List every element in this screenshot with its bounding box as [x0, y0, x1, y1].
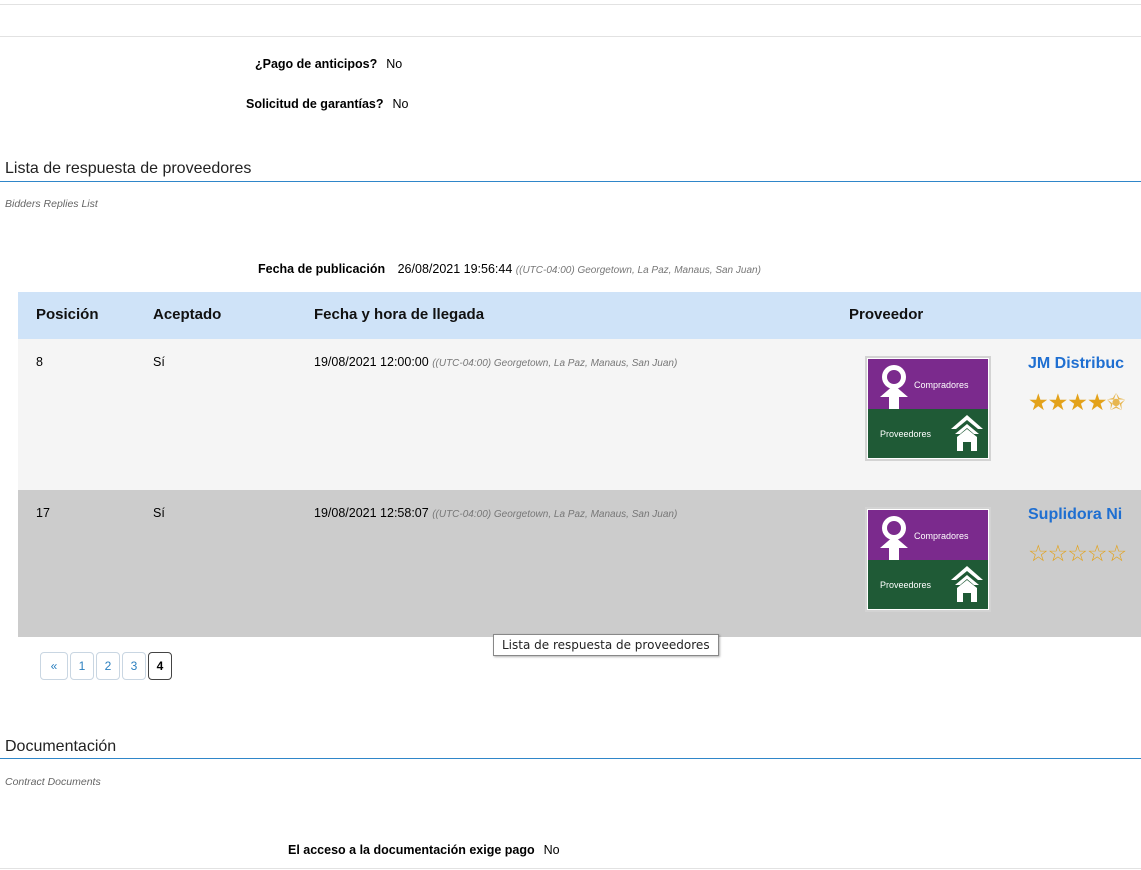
pagination-page-1[interactable]: 1: [70, 652, 94, 680]
bidders-section-rule: [0, 181, 1141, 182]
publication-timezone: ((UTC-04:00) Georgetown, La Paz, Manaus,…: [515, 265, 761, 276]
table-row: 8 Sí 19/08/2021 12:00:00 ((UTC-04:00) Ge…: [18, 339, 1141, 490]
pagination: « 1 2 3 4: [40, 652, 172, 680]
advance-payment-value: No: [386, 57, 403, 71]
advance-payment-label: ¿Pago de anticipos?: [255, 57, 378, 71]
row-position: 17: [36, 506, 50, 520]
pagination-page-2[interactable]: 2: [96, 652, 120, 680]
bidders-section-title: Lista de respuesta de proveedores: [5, 160, 252, 177]
table-row: 17 Sí 19/08/2021 12:58:07 ((UTC-04:00) G…: [18, 490, 1141, 637]
logo-suppliers-band: Proveedores: [868, 408, 988, 458]
header-vendor[interactable]: Proveedor: [849, 306, 923, 323]
star-full-icon: ★: [1047, 389, 1069, 415]
doc-payment-value: No: [543, 843, 560, 857]
publication-date-value: 26/08/2021 19:56:44: [397, 262, 513, 276]
vendor-logo[interactable]: Compradores Proveedores: [865, 507, 991, 612]
buyer-person-icon: [880, 365, 908, 409]
pagination-page-4[interactable]: 4: [148, 652, 172, 680]
star-empty-icon: ☆: [1106, 540, 1128, 566]
bidders-table: Posición Aceptado Fecha y hora de llegad…: [18, 292, 1141, 637]
star-half-icon: ✬: [1106, 389, 1126, 415]
vendor-link[interactable]: Suplidora Ni: [1028, 506, 1122, 524]
table-header: Posición Aceptado Fecha y hora de llegad…: [18, 292, 1141, 339]
row-arrival: 19/08/2021 12:00:00 ((UTC-04:00) Georget…: [314, 355, 677, 369]
star-full-icon: ★: [1028, 389, 1049, 415]
star-empty-icon: ☆: [1086, 540, 1108, 566]
row-position: 8: [36, 355, 43, 369]
logo-buyers-text: Compradores: [914, 531, 969, 541]
star-full-icon: ★: [1067, 389, 1088, 415]
header-arrival[interactable]: Fecha y hora de llegada: [314, 306, 484, 323]
publication-date-label: Fecha de publicación: [258, 262, 386, 276]
row-accepted: Sí: [153, 355, 165, 369]
row-accepted: Sí: [153, 506, 165, 520]
supplier-house-icon: [951, 565, 983, 602]
pagination-prev[interactable]: «: [40, 652, 68, 680]
guarantees-field: Solicitud de garantías? No: [246, 97, 409, 111]
supplier-house-icon: [951, 414, 983, 451]
row-arrival-datetime: 19/08/2021 12:00:00: [314, 355, 429, 369]
buyer-person-icon: [880, 516, 908, 560]
vendor-link[interactable]: JM Distribuc: [1028, 355, 1124, 373]
star-full-icon: ★: [1086, 389, 1108, 415]
logo-buyers-band: Compradores: [868, 510, 988, 560]
logo-suppliers-text: Proveedores: [880, 579, 932, 590]
row-arrival-timezone: ((UTC-04:00) Georgetown, La Paz, Manaus,…: [432, 509, 678, 520]
vendor-rating: ☆☆☆☆☆: [1028, 540, 1128, 567]
row-arrival: 19/08/2021 12:58:07 ((UTC-04:00) Georget…: [314, 506, 677, 520]
star-empty-icon: ☆: [1028, 540, 1049, 566]
star-empty-icon: ☆: [1067, 540, 1088, 566]
vendor-rating: ★★★★✬: [1028, 389, 1126, 416]
top-divider-2: [0, 36, 1141, 37]
bottom-divider: [0, 868, 1141, 869]
tooltip: Lista de respuesta de proveedores: [493, 634, 719, 656]
star-empty-icon: ☆: [1047, 540, 1069, 566]
publication-date: Fecha de publicación 26/08/2021 19:56:44…: [258, 262, 761, 276]
logo-suppliers-band: Proveedores: [868, 559, 988, 609]
advance-payment-field: ¿Pago de anticipos? No: [255, 57, 402, 71]
header-accepted[interactable]: Aceptado: [153, 306, 221, 323]
guarantees-label: Solicitud de garantías?: [246, 97, 384, 111]
documents-section-subtitle: Contract Documents: [5, 776, 101, 788]
guarantees-value: No: [392, 97, 409, 111]
header-position[interactable]: Posición: [36, 306, 99, 323]
logo-buyers-band: Compradores: [868, 359, 988, 409]
row-arrival-datetime: 19/08/2021 12:58:07: [314, 506, 429, 520]
vendor-logo[interactable]: Compradores Proveedores: [865, 356, 991, 461]
doc-payment-field: El acceso a la documentación exige pago …: [288, 843, 560, 857]
documents-section-rule: [0, 758, 1141, 759]
pagination-page-3[interactable]: 3: [122, 652, 146, 680]
doc-payment-label: El acceso a la documentación exige pago: [288, 843, 535, 857]
logo-buyers-text: Compradores: [914, 380, 969, 390]
row-arrival-timezone: ((UTC-04:00) Georgetown, La Paz, Manaus,…: [432, 358, 678, 369]
logo-suppliers-text: Proveedores: [880, 428, 932, 439]
documents-section-title: Documentación: [5, 738, 117, 755]
top-divider: [0, 4, 1141, 5]
bidders-section-subtitle: Bidders Replies List: [5, 198, 98, 210]
